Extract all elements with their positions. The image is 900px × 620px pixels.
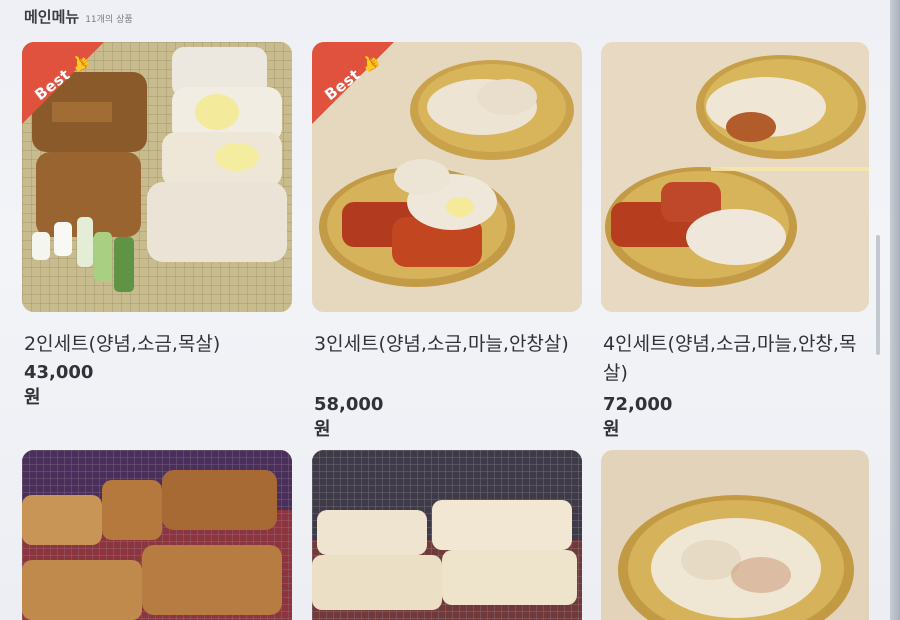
menu-item-price: 43,000 원 [24, 362, 94, 408]
best-badge: Best 👍 [312, 42, 394, 124]
plates-photo [601, 42, 869, 312]
plates-photo [601, 450, 869, 620]
menu-screen: 메인메뉴 11개의 상품 Best 👍 2인세트(양념,소금,목살) 43,00… [0, 0, 890, 620]
grill-photo [22, 450, 292, 620]
section-title: 메인메뉴 [24, 8, 80, 26]
section-header: 메인메뉴 11개의 상품 [24, 6, 133, 27]
menu-item-image[interactable] [312, 450, 582, 620]
menu-item-price: 58,000 원 [314, 394, 384, 440]
grill-photo [312, 450, 582, 620]
menu-item-name: 2인세트(양념,소금,목살) [24, 333, 221, 355]
product-count: 11개의 상품 [85, 15, 133, 25]
menu-item-name: 3인세트(양념,소금,마늘,안창살) [314, 333, 569, 355]
menu-item-image[interactable] [601, 450, 869, 620]
screen-bezel [890, 0, 900, 620]
menu-item-name: 4인세트(양념,소금,마늘,안창,목살) [603, 333, 857, 384]
scrollbar[interactable] [876, 235, 880, 355]
menu-item-image[interactable] [22, 450, 292, 620]
best-badge: Best 👍 [22, 42, 104, 124]
menu-item-image[interactable]: Best 👍 [312, 42, 582, 312]
menu-item-price: 72,000 원 [603, 394, 673, 440]
menu-item-image[interactable] [601, 42, 869, 312]
menu-item-image[interactable]: Best 👍 [22, 42, 292, 312]
